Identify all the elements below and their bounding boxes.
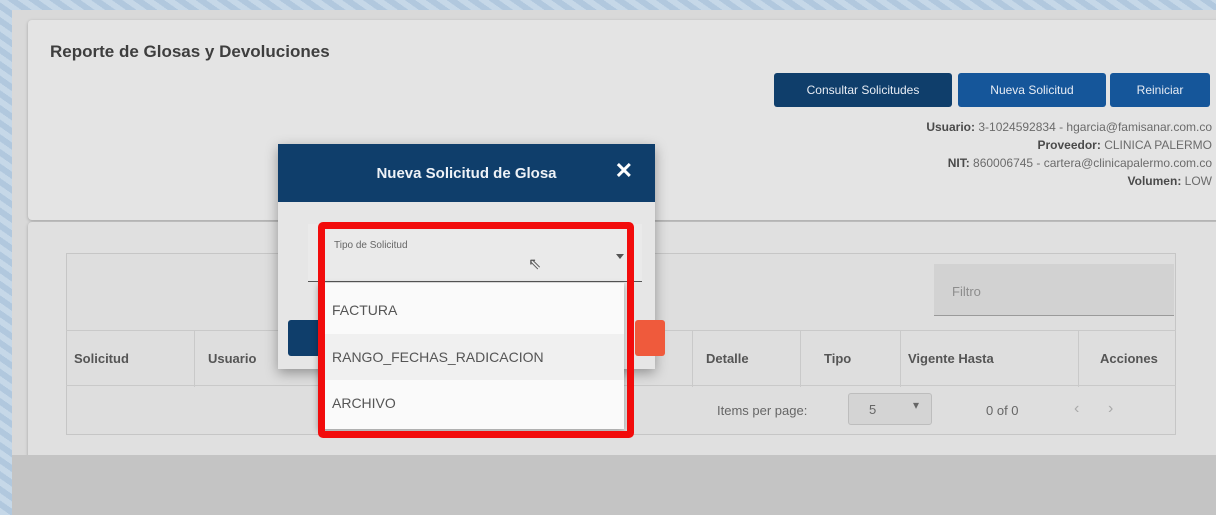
close-icon[interactable]: ✕ (615, 158, 633, 184)
page-title: Reporte de Glosas y Devoluciones (50, 42, 330, 61)
page-size-select[interactable]: 5 ▾ (848, 393, 932, 425)
proveedor-info: Proveedor: CLINICA PALERMO (1037, 138, 1212, 152)
modal-title: Nueva Solicitud de Glosa (376, 164, 557, 182)
consultar-solicitudes-button[interactable]: Consultar Solicitudes (774, 73, 952, 107)
col-solicitud[interactable]: Solicitud (74, 351, 129, 366)
chevron-down-icon: ▾ (913, 398, 920, 412)
modal-cancel-button[interactable] (635, 320, 665, 356)
nueva-solicitud-button[interactable]: Nueva Solicitud (958, 73, 1106, 107)
volumen-info: Volumen: LOW (1127, 174, 1212, 188)
col-vigente-hasta[interactable]: Vigente Hasta (908, 351, 994, 366)
col-detalle[interactable]: Detalle (706, 351, 749, 366)
prev-page-icon[interactable]: ‹ (1074, 400, 1079, 418)
filter-input[interactable]: Filtro (934, 264, 1174, 316)
col-usuario[interactable]: Usuario (208, 351, 256, 366)
items-per-page-label: Items per page: (717, 403, 808, 418)
col-tipo[interactable]: Tipo (824, 351, 851, 366)
col-acciones[interactable]: Acciones (1100, 351, 1158, 366)
usuario-info: Usuario: 3-1024592834 - hgarcia@famisana… (926, 120, 1212, 134)
footer-bar (12, 455, 1216, 515)
reiniciar-button[interactable]: Reiniciar (1110, 73, 1210, 107)
page-range: 0 of 0 (986, 403, 1019, 418)
app-window: Reporte de Glosas y Devoluciones Consult… (12, 10, 1216, 515)
modal-header: Nueva Solicitud de Glosa ✕ (278, 144, 655, 202)
highlight-box (318, 222, 634, 438)
page-size-value: 5 (869, 402, 877, 417)
nit-info: NIT: 860006745 - cartera@clinicapalermo.… (947, 156, 1212, 170)
next-page-icon[interactable]: › (1108, 400, 1113, 418)
